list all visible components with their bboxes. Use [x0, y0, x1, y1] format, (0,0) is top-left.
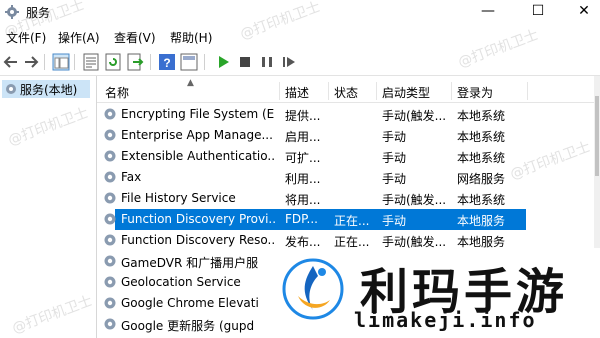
- minimize-button[interactable]: —: [466, 0, 510, 24]
- column-divider[interactable]: [279, 82, 280, 100]
- svg-text:?: ?: [163, 56, 170, 70]
- logo-text-domain: limakeji.info: [354, 308, 537, 332]
- menu-file[interactable]: 文件(F): [6, 29, 46, 46]
- table-row[interactable]: Encrypting File System (E... 提供... 手动(触发..…: [97, 104, 600, 125]
- service-gear-icon: [104, 213, 116, 225]
- gear-icon: [6, 84, 16, 94]
- logo-emblem-icon: [282, 258, 344, 320]
- column-header-description[interactable]: 描述: [285, 84, 309, 101]
- toolbar-divider: [74, 54, 75, 70]
- service-name: Encrypting File System (E...: [121, 107, 275, 121]
- service-name: Function Discovery Reso...: [121, 233, 275, 247]
- table-row[interactable]: Extensible Authenticatio... 可扩... 手动 本地系统: [97, 146, 600, 167]
- service-description: 可扩...: [285, 151, 321, 165]
- tree-item-label: 服务(本地): [20, 83, 78, 97]
- column-header-startup-type[interactable]: 启动类型: [382, 84, 430, 101]
- service-gear-icon: [104, 276, 116, 288]
- service-log-on-as: 本地系统: [457, 130, 506, 144]
- export-list-icon[interactable]: [126, 53, 144, 71]
- column-header-status[interactable]: 状态: [334, 84, 358, 101]
- back-arrow-icon[interactable]: [2, 53, 20, 71]
- table-row[interactable]: Fax 利用... 手动 网络服务: [97, 167, 600, 188]
- service-gear-icon: [104, 192, 116, 204]
- help-icon[interactable]: ?: [158, 53, 176, 71]
- service-log-on-as: 本地系统: [457, 109, 506, 123]
- column-divider[interactable]: [451, 82, 452, 100]
- service-log-on-as: 本地服务: [457, 214, 506, 228]
- service-name: File History Service: [121, 191, 236, 205]
- service-gear-icon: [104, 318, 116, 330]
- service-startup-type: 手动: [382, 214, 407, 228]
- service-log-on-as: 本地系统: [457, 151, 506, 165]
- properties-list-icon[interactable]: [82, 53, 100, 71]
- service-description: 将用...: [285, 193, 321, 207]
- service-gear-icon: [104, 297, 116, 309]
- pause-service-icon[interactable]: [258, 53, 276, 71]
- service-name: Enterprise App Manage...: [121, 128, 273, 142]
- toolbar-divider: [150, 54, 151, 70]
- console-tree-icon[interactable]: [52, 53, 70, 71]
- service-description: 启用...: [285, 130, 321, 144]
- title-bar: 服务 — ☐ ✕: [0, 0, 600, 24]
- service-gear-icon: [104, 255, 116, 267]
- column-divider[interactable]: [376, 82, 377, 100]
- restart-service-icon[interactable]: [280, 53, 298, 71]
- service-status: 正在...: [334, 214, 370, 228]
- service-startup-type: 手动: [382, 151, 407, 165]
- window-title: 服务: [26, 6, 51, 20]
- column-header-name[interactable]: 名称: [105, 84, 129, 101]
- console-tree-pane: 服务(本地): [0, 76, 97, 338]
- service-name: Function Discovery Provi...: [121, 212, 275, 226]
- menu-view[interactable]: 查看(V): [114, 29, 156, 46]
- menu-action[interactable]: 操作(A): [58, 29, 100, 46]
- menu-help[interactable]: 帮助(H): [170, 29, 212, 46]
- service-gear-icon: [104, 171, 116, 183]
- service-name: Google Chrome Elevati: [121, 296, 259, 310]
- forward-arrow-icon[interactable]: [22, 53, 40, 71]
- service-gear-icon: [104, 150, 116, 162]
- service-gear-icon: [104, 234, 116, 246]
- column-divider[interactable]: [328, 82, 329, 100]
- menu-bar: 文件(F) 操作(A) 查看(V) 帮助(H): [0, 27, 600, 47]
- sort-ascending-icon: ▲: [187, 78, 194, 88]
- services-app-icon: [5, 5, 19, 19]
- column-header-log-on-as[interactable]: 登录为: [457, 84, 493, 101]
- service-startup-type: 手动(触发...: [382, 109, 447, 123]
- service-log-on-as: 网络服务: [457, 172, 506, 186]
- tree-item-services-local[interactable]: 服务(本地): [2, 80, 90, 98]
- scrollbar-thumb[interactable]: [595, 96, 599, 176]
- start-service-icon[interactable]: [214, 53, 232, 71]
- site-logo-overlay: 利玛手游 limakeji.info: [258, 248, 600, 338]
- service-name: Geolocation Service: [121, 275, 241, 289]
- service-startup-type: 手动: [382, 130, 407, 144]
- table-header: ▲ 名称 描述 状态 启动类型 登录为: [97, 78, 600, 103]
- service-startup-type: 手动(触发...: [382, 193, 447, 207]
- service-gear-icon: [104, 129, 116, 141]
- service-name: GameDVR 和广播用户服: [121, 256, 259, 270]
- table-row[interactable]: Function Discovery Provi... FDP... 正在... 手动…: [97, 209, 600, 230]
- service-name: Fax: [121, 170, 142, 184]
- close-button[interactable]: ✕: [562, 0, 600, 24]
- toolbar-divider: [44, 54, 45, 70]
- service-name: Extensible Authenticatio...: [121, 149, 275, 163]
- service-startup-type: 手动: [382, 172, 407, 186]
- refresh-icon[interactable]: [104, 53, 122, 71]
- column-divider[interactable]: [527, 82, 528, 100]
- snapin-view-icon[interactable]: [180, 53, 198, 71]
- table-row[interactable]: File History Service 将用... 手动(触发... 本地系统: [97, 188, 600, 209]
- toolbar: ?: [0, 49, 600, 76]
- maximize-button[interactable]: ☐: [516, 0, 560, 24]
- table-row[interactable]: Enterprise App Manage... 启用... 手动 本地系统: [97, 125, 600, 146]
- toolbar-divider: [204, 54, 205, 70]
- service-gear-icon: [104, 108, 116, 120]
- service-log-on-as: 本地系统: [457, 193, 506, 207]
- service-description: FDP...: [285, 212, 318, 226]
- stop-service-icon[interactable]: [236, 53, 254, 71]
- service-name: Google 更新服务 (gupd: [121, 319, 255, 333]
- service-description: 利用...: [285, 172, 321, 186]
- service-description: 提供...: [285, 109, 321, 123]
